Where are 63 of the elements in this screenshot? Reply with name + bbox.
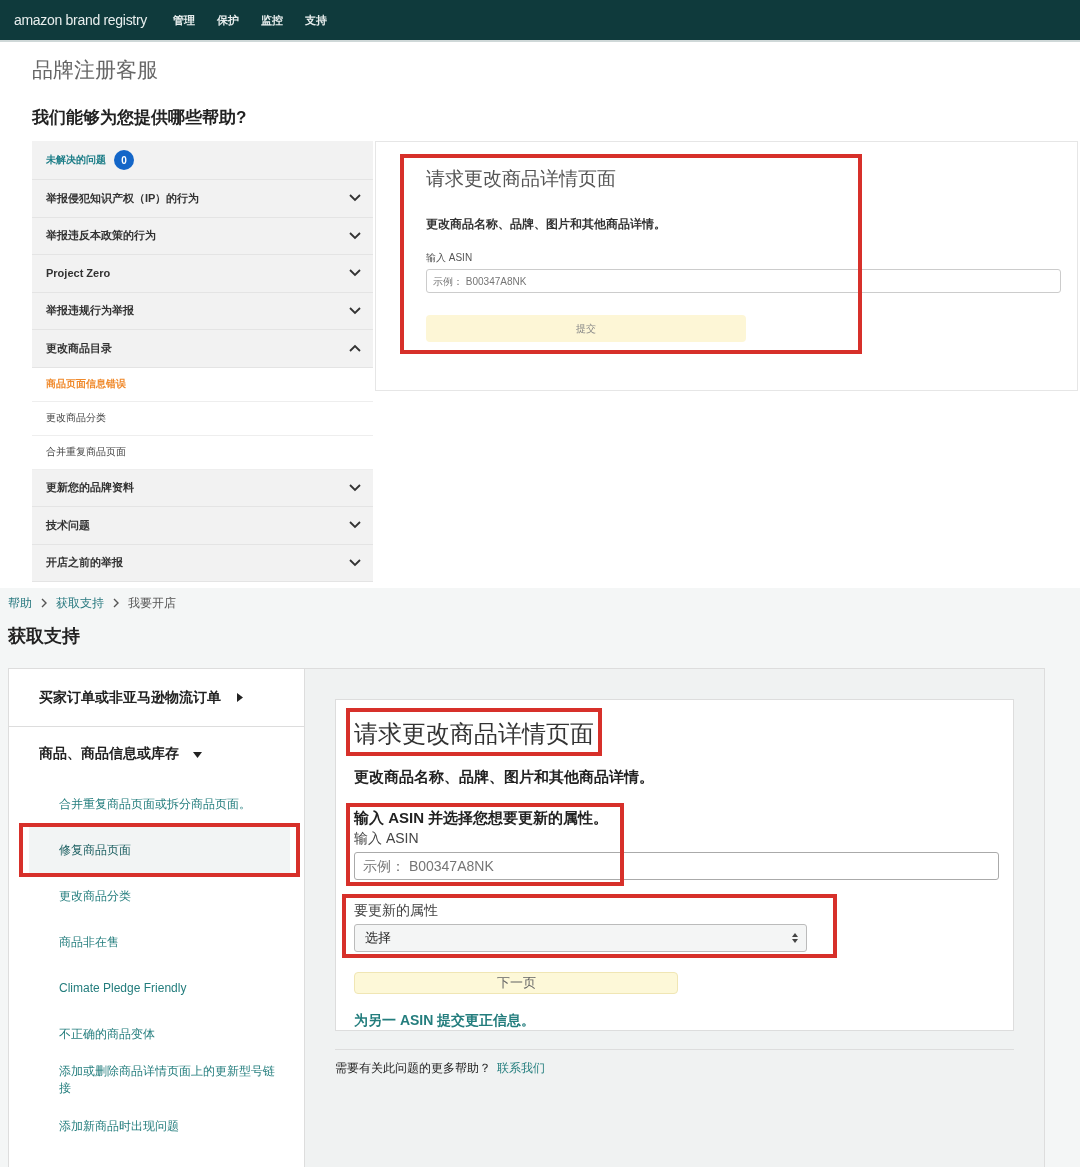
accordion-item[interactable]: 更改商品目录 [32,330,373,368]
asin-input-field[interactable]: 示例： B00347A8NK [354,852,999,880]
category-item[interactable]: 买家订单或非亚马逊物流订单 [9,669,304,727]
contact-link[interactable]: 联系我们 [497,1060,545,1077]
instruction-text: 输入 ASIN 并选择您想要更新的属性。 [354,809,610,828]
nav-link[interactable]: 更改商品分类 [29,873,290,919]
attribute-dropdown[interactable]: 选择 [354,924,807,952]
chevron-icon [349,344,361,353]
chevron-icon [349,231,361,240]
brand-logo[interactable]: amazon brand registry [14,12,147,28]
nav-link[interactable]: 修复商品页面 [29,827,290,873]
card-description: 更改商品名称、品牌、图片和其他商品详情。 [426,216,667,233]
breadcrumb-link[interactable]: 我要开店 [128,594,176,612]
page-heading: 我们能够为您提供哪些帮助? [32,107,248,129]
card-title: 请求更改商品详情页面 [354,719,594,749]
nav-link[interactable]: 管理 [173,12,195,28]
breadcrumb-link[interactable]: 帮助 [8,594,32,612]
nav-link[interactable]: 不正确的商品变体 [29,1011,290,1057]
nav-link[interactable]: 保护 [217,12,239,28]
accordion-item[interactable]: 举报违规行为举报 [32,292,373,330]
caret-icon [193,749,202,759]
submit-button[interactable]: 提交 [426,315,746,342]
page-title: 获取支持 [8,625,81,648]
field-label: 要更新的属性 [354,902,439,920]
accordion-item[interactable]: 更新您的品牌资料 [32,469,373,507]
accordion-item[interactable]: 技术问题 [32,507,373,545]
count-badge: 0 [114,150,134,170]
field-label: 输入 ASIN [354,830,420,848]
help-text: 需要有关此问题的更多帮助？ [335,1060,491,1077]
chevron-icon [349,558,361,567]
next-button[interactable]: 下一页 [354,972,678,994]
other-asin-link[interactable]: 为另一 ASIN 提交更正信息。 [354,1012,536,1030]
chevron-icon [349,194,361,203]
nav-link[interactable]: 支持 [305,12,327,28]
card-title: 请求更改商品详情页面 [426,167,617,191]
nav-link[interactable]: 商品非在售 [29,919,290,965]
accordion-item[interactable]: 举报侵犯知识产权（IP）的行为 [32,180,373,218]
sidebar-subitem[interactable]: 合并重复商品页面 [32,435,373,470]
page-title: 品牌注册客服 [32,57,159,83]
asin-input-field[interactable]: 示例： B00347A8NK [426,269,1061,293]
field-label: 输入 ASIN [426,251,474,265]
category-item[interactable]: 商品、商品信息或库存 [9,727,304,781]
nav-link[interactable]: 监控 [261,12,283,28]
chevron-icon [349,306,361,315]
sort-arrows-icon [792,933,798,943]
accordion-item[interactable]: 开店之前的举报 [32,544,373,582]
sidebar-subitem[interactable]: 更改商品分类 [32,401,373,436]
nav-link[interactable]: Climate Pledge Friendly [29,965,290,1011]
accordion-item[interactable]: Project Zero [32,255,373,293]
chevron-icon [40,598,48,608]
accordion-item[interactable]: 举报违反本政策的行为 [32,217,373,255]
sidebar-header-label: 未解决的问题 [46,153,106,167]
nav-link[interactable]: 添加或删除商品详情页面上的更新型号链接 [29,1057,290,1103]
chevron-icon [349,483,361,492]
nav-link[interactable]: 合并重复商品页面或拆分商品页面。 [29,781,290,827]
chevron-icon [112,598,120,608]
nav-link[interactable]: 添加新商品时出现问题 [29,1103,290,1149]
sidebar-header[interactable]: 未解决的问题 0 [32,141,373,180]
chevron-icon [349,269,361,278]
caret-icon [235,693,244,702]
chevron-icon [349,521,361,530]
breadcrumb-link[interactable]: 获取支持 [56,594,104,612]
card-description: 更改商品名称、品牌、图片和其他商品详情。 [354,768,655,787]
